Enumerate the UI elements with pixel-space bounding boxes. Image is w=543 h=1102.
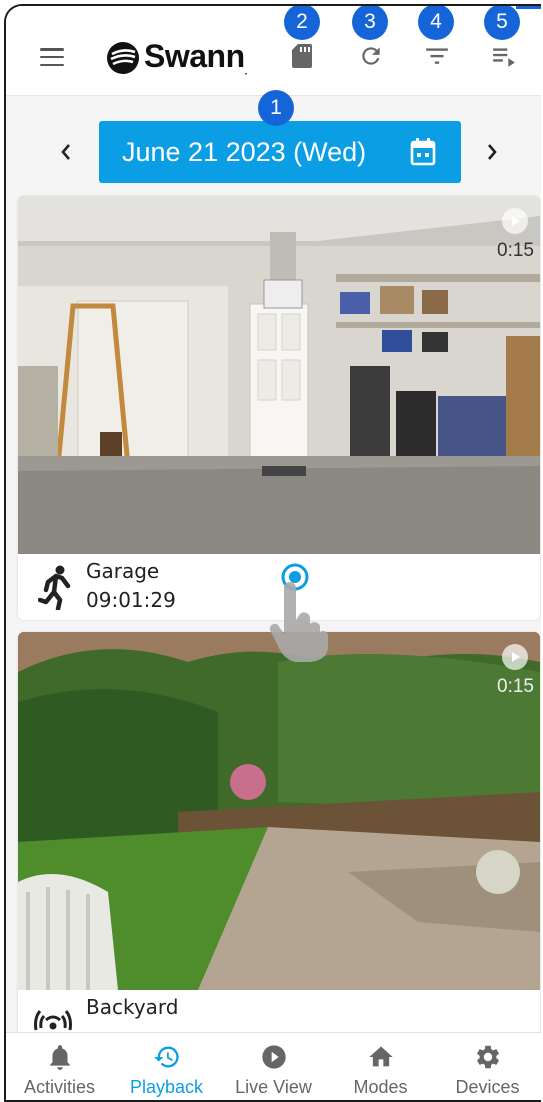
history-icon — [153, 1046, 179, 1068]
clip-duration: 0:15 — [497, 676, 534, 697]
sd-card-button[interactable] — [286, 40, 318, 72]
motion-person-icon — [38, 565, 71, 610]
event-thumbnail[interactable]: 0:15 — [18, 196, 540, 554]
event-time: 09:01:29 — [86, 588, 176, 612]
calendar-icon — [410, 138, 436, 166]
gear-icon — [476, 1045, 499, 1069]
tab-label: Live View — [235, 1077, 312, 1097]
callout-5: 5 — [484, 6, 520, 40]
swann-logo: Swann. — [106, 38, 247, 77]
playlist-button[interactable] — [488, 40, 520, 72]
clip-duration: 0:15 — [497, 240, 534, 261]
filter-button[interactable] — [421, 40, 453, 72]
tab-label: Activities — [23, 1077, 95, 1097]
hamburger-menu-icon[interactable] — [40, 48, 64, 66]
tab-modes[interactable]: Modes — [327, 1033, 434, 1100]
tab-playback[interactable]: Playback — [113, 1033, 220, 1100]
app-header: Swann. — [6, 6, 541, 96]
tab-label: Modes — [353, 1077, 408, 1097]
selected-date: June 21 2023 (Wed) — [122, 136, 367, 167]
filter-icon — [426, 48, 448, 64]
prev-day-button[interactable] — [54, 140, 78, 164]
event-card[interactable]: 0:15 Backyard — [18, 632, 540, 1052]
backyard-image — [18, 632, 540, 990]
wireless-signal-icon — [34, 1010, 72, 1031]
next-day-button[interactable] — [480, 140, 504, 164]
app-frame: Swann. 2 3 4 5 1 June 21 2023 (Wed) 0:15… — [4, 4, 541, 1102]
tab-devices[interactable]: Devices — [434, 1033, 541, 1100]
tab-label: Devices — [455, 1077, 520, 1097]
playlist-play-icon — [493, 48, 515, 67]
refresh-icon — [362, 47, 380, 65]
play-clip-button[interactable] — [502, 208, 528, 234]
event-thumbnail[interactable]: 0:15 — [18, 632, 540, 990]
callout-4: 4 — [418, 6, 454, 40]
tab-label: Playback — [129, 1077, 204, 1097]
tab-live-view[interactable]: Live View — [220, 1033, 327, 1100]
play-icon — [512, 652, 520, 662]
callout-3: 3 — [352, 6, 388, 40]
play-icon — [512, 216, 520, 226]
camera-name: Backyard — [86, 995, 179, 1019]
camera-name: Garage — [86, 559, 160, 583]
event-card[interactable]: 0:15 Garage 09:01:29 — [18, 196, 540, 620]
callout-1: 1 — [258, 90, 294, 126]
refresh-button[interactable] — [355, 40, 387, 72]
bottom-tab-bar: Activities Playback Live View Modes Devi… — [6, 1032, 541, 1100]
swann-emblem-icon — [107, 41, 139, 74]
chevron-left-icon — [61, 144, 70, 160]
tab-activities[interactable]: Activities — [6, 1033, 113, 1100]
logo-text: Swann. — [144, 38, 247, 78]
date-picker-button[interactable]: June 21 2023 (Wed) — [99, 121, 461, 183]
sd-card-icon — [292, 44, 312, 68]
bell-icon — [49, 1045, 70, 1070]
play-circle-icon — [261, 1045, 286, 1069]
callout-2: 2 — [284, 6, 320, 40]
home-icon — [368, 1046, 393, 1067]
play-clip-button[interactable] — [502, 644, 528, 670]
chevron-right-icon — [488, 144, 497, 160]
callout-5-leader — [516, 6, 541, 9]
tap-gesture-hand-icon — [269, 582, 328, 662]
garage-image — [18, 196, 540, 554]
